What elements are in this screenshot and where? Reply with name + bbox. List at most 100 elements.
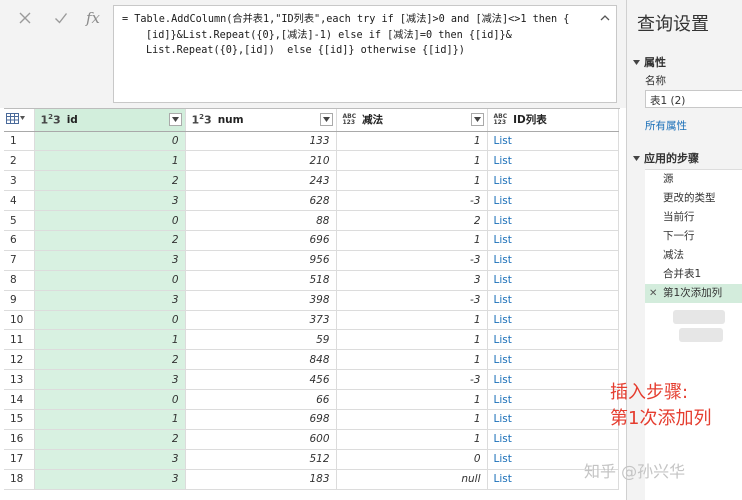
cell-id-list-link[interactable]: List — [487, 150, 619, 172]
cell-id-list-link[interactable]: List — [487, 250, 619, 271]
row-number: 14 — [4, 389, 35, 410]
delete-step-icon[interactable]: ✕ — [649, 284, 657, 303]
cell-num: 243 — [185, 170, 337, 192]
check-icon — [55, 13, 68, 24]
table-row[interactable]: 7 3 956 -3 List — [4, 250, 619, 271]
step-item-current-row[interactable]: 当前行 — [645, 208, 742, 227]
table-row[interactable]: 18 3 183 null List — [4, 469, 619, 490]
collapse-triangle-icon — [633, 59, 640, 65]
cell-jianfa: 1 — [336, 170, 488, 192]
blurred-step — [673, 310, 725, 324]
cell-id-list-link[interactable]: List — [487, 290, 619, 311]
all-properties-link[interactable]: 所有属性 — [645, 118, 687, 133]
row-number: 1 — [4, 131, 35, 152]
table-row[interactable]: 13 3 456 -3 List — [4, 369, 619, 391]
cell-num: 59 — [185, 329, 337, 351]
row-number: 11 — [4, 329, 35, 351]
fx-button[interactable]: fx — [80, 6, 106, 30]
table-row[interactable]: 4 3 628 -3 List — [4, 190, 619, 212]
cell-id-list-link[interactable]: List — [487, 349, 619, 371]
step-item-subtraction[interactable]: 减法 — [645, 246, 742, 265]
column-header-id-list[interactable]: ABC 123 ID列表 — [487, 109, 619, 132]
step-item-next-row[interactable]: 下一行 — [645, 227, 742, 246]
row-number: 3 — [4, 170, 35, 192]
table-row[interactable]: 9 3 398 -3 List — [4, 290, 619, 311]
table-row[interactable]: 16 2 600 1 List — [4, 429, 619, 450]
cell-id-list-link[interactable]: List — [487, 429, 619, 450]
chevron-down-icon — [322, 117, 330, 122]
row-number: 10 — [4, 310, 35, 331]
table-row[interactable]: 14 0 66 1 List — [4, 389, 619, 410]
table-row[interactable]: 11 1 59 1 List — [4, 329, 619, 351]
pane-title: 查询设置 — [637, 14, 709, 35]
cell-id: 0 — [34, 131, 186, 152]
row-number: 16 — [4, 429, 35, 450]
cell-id-list-link[interactable]: List — [487, 409, 619, 430]
step-label: 减法 — [663, 249, 684, 261]
table-menu-button[interactable] — [4, 109, 35, 132]
cell-id-list-link[interactable]: List — [487, 170, 619, 192]
table-row[interactable]: 8 0 518 3 List — [4, 270, 619, 291]
column-header-num[interactable]: 123 num — [185, 109, 337, 132]
applied-steps-section-toggle[interactable]: 应用的步骤 — [633, 150, 699, 166]
cell-id-list-link[interactable]: List — [487, 270, 619, 291]
row-number: 5 — [4, 210, 35, 231]
data-grid: 123 id 123 num ABC 123 减法 ABC 123 ID列表 1 0 133 1 L… — [4, 108, 620, 492]
cell-id-list-link[interactable]: List — [487, 389, 619, 410]
filter-dropdown-button[interactable] — [168, 113, 182, 126]
cell-jianfa: -3 — [336, 369, 488, 391]
step-item-changed-type[interactable]: 更改的类型 — [645, 189, 742, 208]
step-item-source[interactable]: 源 — [645, 170, 742, 189]
table-row[interactable]: 3 2 243 1 List — [4, 170, 619, 192]
cell-jianfa: -3 — [336, 290, 488, 311]
cell-id-list-link[interactable]: List — [487, 210, 619, 231]
chevron-down-icon — [473, 117, 481, 122]
cell-jianfa: 1 — [336, 389, 488, 410]
cell-jianfa: -3 — [336, 190, 488, 212]
formula-bar: fx = Table.AddColumn(合并表1,"ID列表",each tr… — [0, 0, 626, 108]
filter-dropdown-button[interactable] — [470, 113, 484, 126]
filter-dropdown-button[interactable] — [319, 113, 333, 126]
cell-id-list-link[interactable]: List — [487, 310, 619, 331]
step-item-merge-table[interactable]: 合并表1 — [645, 265, 742, 284]
table-row[interactable]: 12 2 848 1 List — [4, 349, 619, 371]
column-header-id[interactable]: 123 id — [34, 109, 186, 132]
confirm-formula-button[interactable] — [48, 6, 74, 30]
cell-id-list-link[interactable]: List — [487, 230, 619, 251]
cancel-formula-button[interactable] — [12, 6, 38, 30]
cell-id: 0 — [34, 210, 186, 231]
annotation-line-1: 插入步骤: — [610, 382, 689, 403]
table-row[interactable]: 15 1 698 1 List — [4, 409, 619, 430]
table-row[interactable]: 1 0 133 1 List — [4, 131, 619, 152]
cell-num: 600 — [185, 429, 337, 450]
cell-num: 512 — [185, 449, 337, 470]
annotation-text: 插入步骤: 第1次添加列 — [610, 380, 711, 432]
row-number: 7 — [4, 250, 35, 271]
cell-id: 0 — [34, 270, 186, 291]
cell-id-list-link[interactable]: List — [487, 329, 619, 351]
cell-id: 3 — [34, 369, 186, 391]
cell-id: 2 — [34, 429, 186, 450]
cell-num: 518 — [185, 270, 337, 291]
step-label: 当前行 — [663, 211, 695, 223]
step-item-add-column[interactable]: ✕ 第1次添加列 — [645, 284, 742, 303]
annotation-line-2: 第1次添加列 — [610, 408, 712, 429]
cell-id: 1 — [34, 409, 186, 430]
table-row[interactable]: 5 0 88 2 List — [4, 210, 619, 231]
cell-id-list-link[interactable]: List — [487, 190, 619, 212]
number-type-icon: 123 — [40, 112, 61, 127]
table-row[interactable]: 10 0 373 1 List — [4, 310, 619, 331]
table-row[interactable]: 17 3 512 0 List — [4, 449, 619, 470]
cell-jianfa: 3 — [336, 270, 488, 291]
column-header-jianfa[interactable]: ABC 123 减法 — [336, 109, 488, 132]
cell-id-list-link[interactable]: List — [487, 369, 619, 391]
formula-line-3: List.Repeat({0},[id]) else {[id]} otherw… — [146, 45, 465, 56]
table-row[interactable]: 2 1 210 1 List — [4, 150, 619, 172]
chevron-up-icon[interactable] — [600, 13, 610, 23]
row-number: 17 — [4, 449, 35, 470]
query-name-input[interactable]: 表1 (2) — [645, 90, 742, 108]
table-row[interactable]: 6 2 696 1 List — [4, 230, 619, 251]
properties-section-toggle[interactable]: 属性 — [633, 54, 666, 70]
formula-input[interactable]: = Table.AddColumn(合并表1,"ID列表",each try i… — [113, 5, 617, 103]
cell-id-list-link[interactable]: List — [487, 131, 619, 152]
